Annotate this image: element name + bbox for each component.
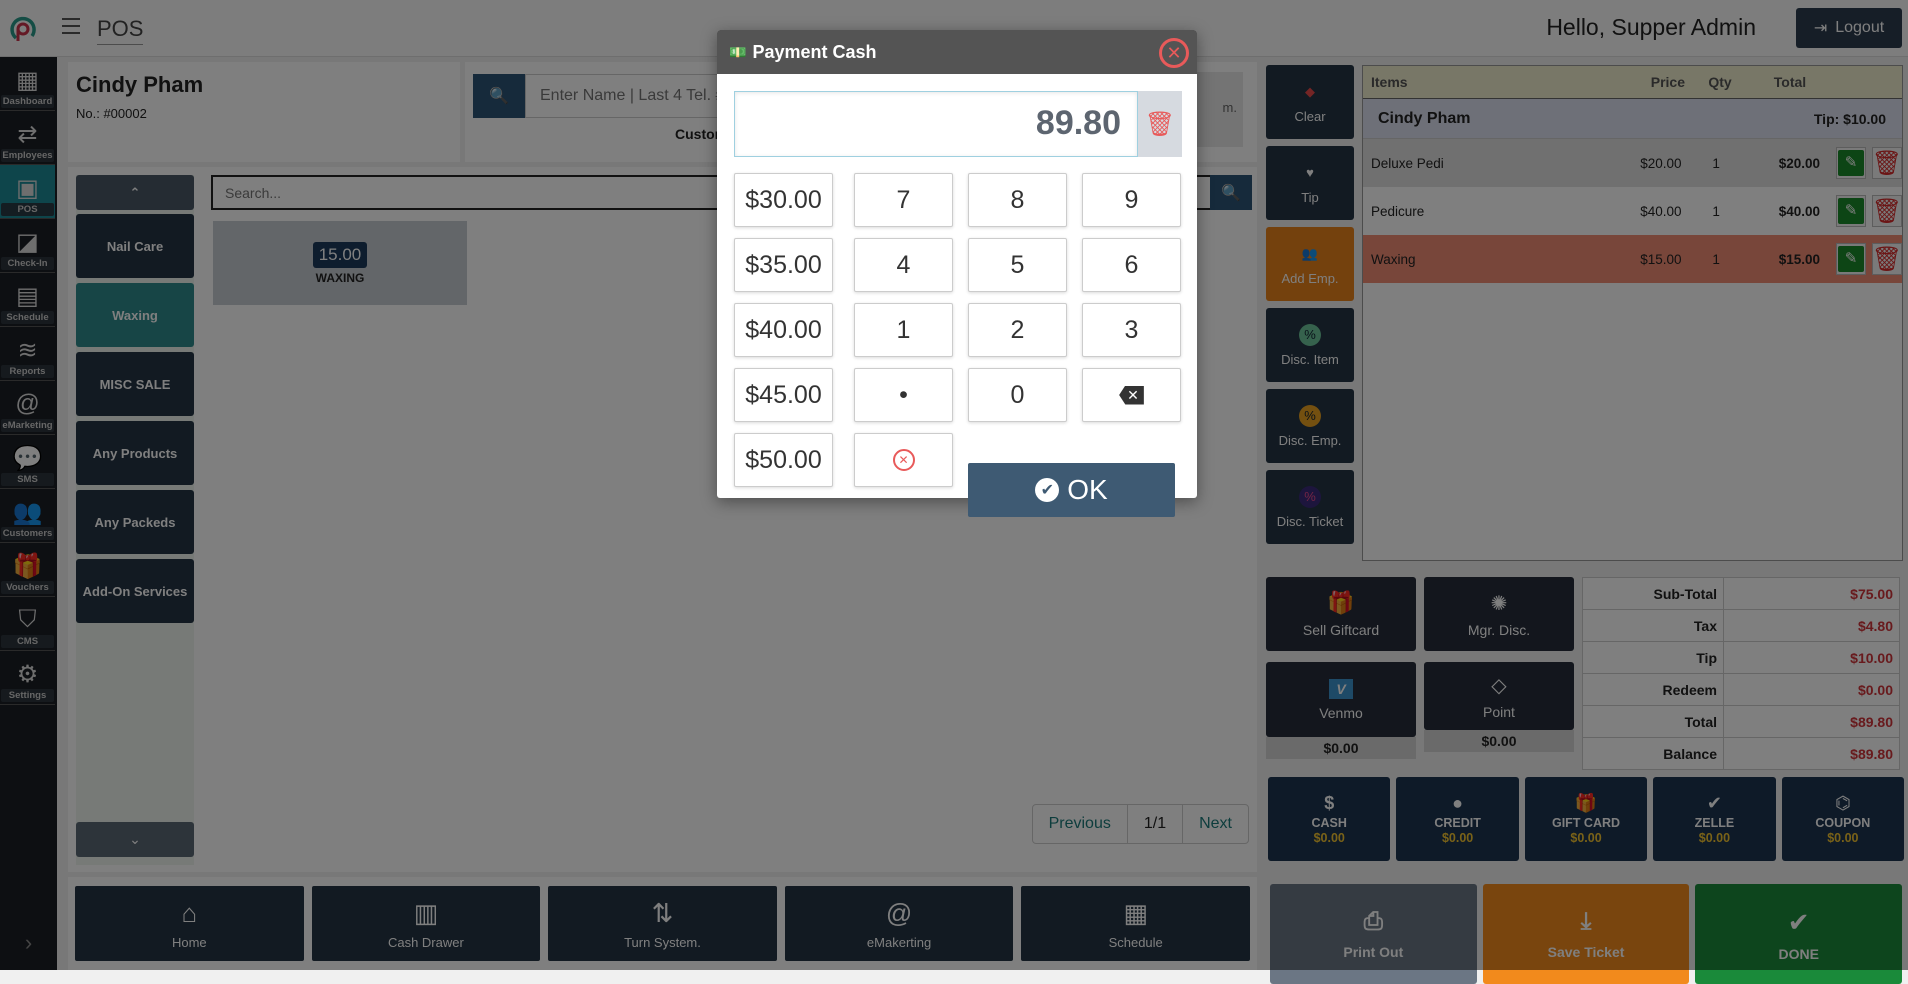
- key-4[interactable]: 4: [854, 238, 953, 292]
- key-1[interactable]: 1: [854, 303, 953, 357]
- close-modal-button[interactable]: ✕: [1159, 38, 1189, 68]
- key-9[interactable]: 9: [1082, 173, 1181, 227]
- key-6[interactable]: 6: [1082, 238, 1181, 292]
- quick-amount-45[interactable]: $45.00: [734, 368, 833, 422]
- quick-amount-35[interactable]: $35.00: [734, 238, 833, 292]
- key-3[interactable]: 3: [1082, 303, 1181, 357]
- key-decimal[interactable]: •: [854, 368, 953, 422]
- cancel-key-button[interactable]: ✕: [854, 433, 953, 487]
- clear-amount-button[interactable]: 🗑: [1138, 91, 1182, 157]
- close-icon: ✕: [1166, 42, 1182, 63]
- quick-amount-50[interactable]: $50.00: [734, 433, 833, 487]
- modal-header: 💵 Payment Cash: [717, 30, 1197, 74]
- key-7[interactable]: 7: [854, 173, 953, 227]
- quick-amount-40[interactable]: $40.00: [734, 303, 833, 357]
- cancel-circle-icon: ✕: [892, 449, 915, 471]
- ok-button[interactable]: ✔ OK: [968, 463, 1175, 517]
- key-8[interactable]: 8: [968, 173, 1067, 227]
- amount-input[interactable]: 89.80: [734, 91, 1138, 157]
- cash-icon: 💵: [729, 43, 747, 60]
- quick-amount-30[interactable]: $30.00: [734, 173, 833, 227]
- key-2[interactable]: 2: [968, 303, 1067, 357]
- payment-cash-modal: 💵 Payment Cash ✕ 89.80 🗑 $30.00 $35.00 $…: [717, 30, 1197, 517]
- backspace-icon: ✕: [1119, 385, 1144, 405]
- key-5[interactable]: 5: [968, 238, 1067, 292]
- trash-icon: 🗑: [1144, 110, 1176, 138]
- modal-title: Payment Cash: [752, 41, 877, 62]
- check-circle-icon: ✔: [1035, 478, 1060, 502]
- key-0[interactable]: 0: [968, 368, 1067, 422]
- backspace-button[interactable]: ✕: [1082, 368, 1181, 422]
